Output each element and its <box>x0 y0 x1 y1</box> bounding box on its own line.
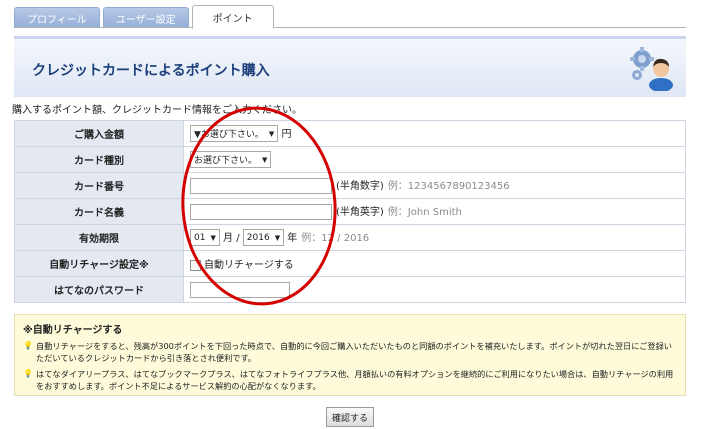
amount-unit: 円 <box>281 128 292 140</box>
password-label: はてなのパスワード <box>14 276 184 303</box>
notice-item: 💡 自動リチャージをすると、残高が300ポイントを下回った時点で、自動的に今回ご… <box>23 340 677 364</box>
expiry-year-value: 2016 <box>246 232 270 243</box>
card-name-input[interactable] <box>190 204 332 220</box>
tab-profile[interactable]: プロフィール <box>14 7 100 28</box>
auto-recharge-checkbox-label[interactable]: 自動リチャージする <box>204 260 294 271</box>
auto-recharge-label: 自動リチャージ設定※ <box>14 250 184 277</box>
chevron-down-icon: ▼ <box>268 129 275 138</box>
form-row-card-type: カード種別 お選び下さい。 ▼ <box>14 146 686 173</box>
expiry-month-unit: 月 / <box>223 232 240 244</box>
chevron-down-icon: ▼ <box>262 155 268 164</box>
auto-recharge-notice: ※自動リチャージする 💡 自動リチャージをすると、残高が300ポイントを下回った… <box>14 314 686 396</box>
chevron-down-icon: ▼ <box>274 233 281 242</box>
expiry-year-unit: 年 <box>287 232 298 244</box>
card-type-label: カード種別 <box>14 146 184 173</box>
card-type-cell: お選び下さい。 ▼ <box>183 146 686 173</box>
card-type-select[interactable]: お選び下さい。 ▼ <box>190 151 272 168</box>
card-number-cell: (半角数字) 例：1234567890123456 <box>183 172 686 199</box>
lightbulb-icon: 💡 <box>23 369 33 378</box>
confirm-button[interactable]: 確認する <box>326 407 374 427</box>
chevron-down-icon: ▼ <box>210 233 216 242</box>
notice-title: ※自動リチャージする <box>23 325 123 336</box>
amount-cell: ▼お選び下さい。 ▼ 円 <box>183 120 686 147</box>
tab-bar: プロフィール ユーザー設定 ポイント <box>14 5 274 29</box>
expiry-cell: 01 ▼ 月 / 2016 ▼ 年例：12 / 2016 <box>183 224 686 251</box>
form-row-amount: ご購入金額 ▼お選び下さい。 ▼ 円 <box>14 120 686 147</box>
user-settings-icon <box>630 47 673 91</box>
form-row-card-number: カード番号 (半角数字) 例：1234567890123456 <box>14 172 686 199</box>
card-name-example: 例：John Smith <box>387 207 462 218</box>
card-number-hint: (半角数字) <box>336 181 384 192</box>
tab-divider <box>14 27 686 28</box>
notice-item-text: 自動リチャージをすると、残高が300ポイントを下回った時点で、自動的に今回ご購入… <box>36 341 672 363</box>
form-row-card-name: カード名義 (半角英字) 例：John Smith <box>14 198 686 225</box>
notice-item-text: はてなダイアリープラス、はてなブックマークプラス、はてなフォトライフプラス他、月… <box>36 369 674 391</box>
form-row-expiry: 有効期限 01 ▼ 月 / 2016 ▼ 年例：12 / 2016 <box>14 224 686 251</box>
card-number-example: 例：1234567890123456 <box>387 181 510 192</box>
amount-label: ご購入金額 <box>14 120 184 147</box>
card-name-hint: (半角英字) <box>336 207 384 218</box>
password-cell <box>183 276 686 303</box>
intro-text: 購入するポイント額、クレジットカード情報をご入力ください。 <box>12 105 302 116</box>
card-name-cell: (半角英字) 例：John Smith <box>183 198 686 225</box>
lightbulb-icon: 💡 <box>23 341 33 350</box>
expiry-label: 有効期限 <box>14 224 184 251</box>
page-title: クレジットカードによるポイント購入 <box>32 63 270 79</box>
password-input[interactable] <box>190 281 290 298</box>
expiry-month-select[interactable]: 01 ▼ <box>190 229 220 247</box>
card-number-label: カード番号 <box>14 172 184 199</box>
card-name-label: カード名義 <box>14 198 184 225</box>
page-header: クレジットカードによるポイント購入 <box>14 36 686 97</box>
expiry-year-select[interactable]: 2016 ▼ <box>242 229 285 247</box>
notice-item: 💡 はてなダイアリープラス、はてなブックマークプラス、はてなフォトライフプラス他… <box>23 368 677 392</box>
expiry-month-value: 01 <box>194 232 206 243</box>
auto-recharge-cell: 自動リチャージする <box>183 250 686 277</box>
expiry-example: 例：12 / 2016 <box>301 232 370 244</box>
card-number-input[interactable] <box>190 178 332 194</box>
card-type-select-value: お選び下さい。 <box>194 156 258 166</box>
form-row-auto-recharge: 自動リチャージ設定※ 自動リチャージする <box>14 250 686 277</box>
amount-select-value: ▼お選び下さい。 <box>194 130 264 141</box>
auto-recharge-checkbox[interactable] <box>190 259 201 271</box>
tab-points[interactable]: ポイント <box>191 5 274 29</box>
tab-user-settings[interactable]: ユーザー設定 <box>102 7 189 28</box>
amount-select[interactable]: ▼お選び下さい。 ▼ <box>190 125 279 143</box>
purchase-form: ご購入金額 ▼お選び下さい。 ▼ 円 カード種別 お選び下さい。 ▼ カード番号 (… <box>14 120 686 303</box>
form-row-password: はてなのパスワード <box>14 276 686 303</box>
